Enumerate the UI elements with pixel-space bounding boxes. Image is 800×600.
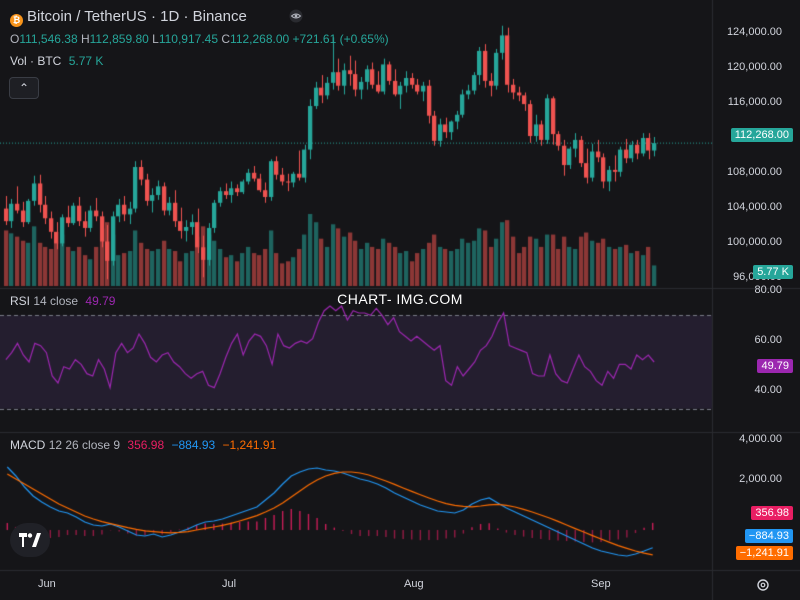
bitcoin-logo-icon: ₿ bbox=[10, 14, 23, 27]
x-axis-label: Jul bbox=[222, 578, 237, 590]
last-price-tag: 112,268.00 bbox=[730, 128, 793, 142]
price-axis-label: 108,000.00 bbox=[726, 166, 782, 178]
chart-title: Bitcoin / TetherUS · 1D · Binance bbox=[27, 8, 247, 25]
close-label: C bbox=[221, 32, 231, 46]
chevron-up-icon: ⌃ bbox=[18, 81, 30, 95]
price-axis-label: 124,000.00 bbox=[726, 26, 782, 38]
volume-row: Vol · BTC 5.77 K bbox=[10, 54, 103, 68]
x-axis-label: Sep bbox=[591, 578, 611, 590]
rsi-axis-label: 80.00 bbox=[754, 284, 782, 296]
change-value: +721.61 (+0.65%) bbox=[292, 32, 389, 46]
high-value: 112,859.80 bbox=[89, 32, 149, 46]
volume-label: Vol · BTC bbox=[10, 54, 62, 68]
macd-hist-value: 356.98 bbox=[127, 438, 165, 452]
x-axis-label: Jun bbox=[38, 578, 56, 590]
x-axis-label: Aug bbox=[404, 578, 424, 590]
macd-line-value: −884.93 bbox=[171, 438, 216, 452]
tradingview-logo-icon[interactable] bbox=[10, 523, 50, 557]
macd-label: MACD bbox=[10, 438, 46, 452]
eye-icon[interactable] bbox=[289, 9, 303, 23]
volume-tag: 5.77 K bbox=[753, 265, 793, 279]
collapse-legend-button[interactable]: ⌃ bbox=[9, 77, 39, 99]
rsi-tag: 49.79 bbox=[757, 359, 793, 373]
macd-hist-tag: 356.98 bbox=[751, 506, 793, 520]
macd-legend: MACD 12 26 close 9 356.98 −884.93 −1,241… bbox=[10, 438, 276, 452]
open-label: O bbox=[10, 32, 20, 46]
price-axis-label: 100,000.00 bbox=[726, 236, 782, 248]
price-axis-label: 116,000.00 bbox=[727, 96, 782, 108]
watermark: CHART- IMG.COM bbox=[337, 291, 463, 307]
chart-title-row: ₿ Bitcoin / TetherUS · 1D · Binance bbox=[10, 8, 247, 27]
price-axis-label: 104,000.00 bbox=[726, 201, 782, 213]
macd-params: 12 26 close 9 bbox=[48, 438, 121, 452]
macd-axis-label: 2,000.00 bbox=[739, 473, 782, 485]
rsi-axis-label: 60.00 bbox=[754, 334, 782, 346]
ohlc-row: O111,546.38 H112,859.80 L110,917.45 C112… bbox=[10, 32, 389, 46]
high-label: H bbox=[80, 32, 90, 46]
rsi-axis-label: 40.00 bbox=[754, 384, 782, 396]
macd-signal-value: −1,241.91 bbox=[222, 438, 277, 452]
macd-line-tag: −884.93 bbox=[744, 529, 793, 543]
low-label: L bbox=[152, 32, 159, 46]
macd-axis-label: 4,000.00 bbox=[739, 433, 782, 445]
volume-value: 5.77 K bbox=[68, 54, 104, 68]
open-value: 111,546.38 bbox=[19, 32, 78, 46]
gear-icon[interactable] bbox=[756, 578, 770, 592]
low-value: 110,917.45 bbox=[158, 32, 219, 46]
price-axis-label: 120,000.00 bbox=[726, 61, 782, 73]
close-value: 112,268.00 bbox=[230, 32, 290, 46]
macd-signal-tag: −1,241.91 bbox=[735, 546, 793, 560]
